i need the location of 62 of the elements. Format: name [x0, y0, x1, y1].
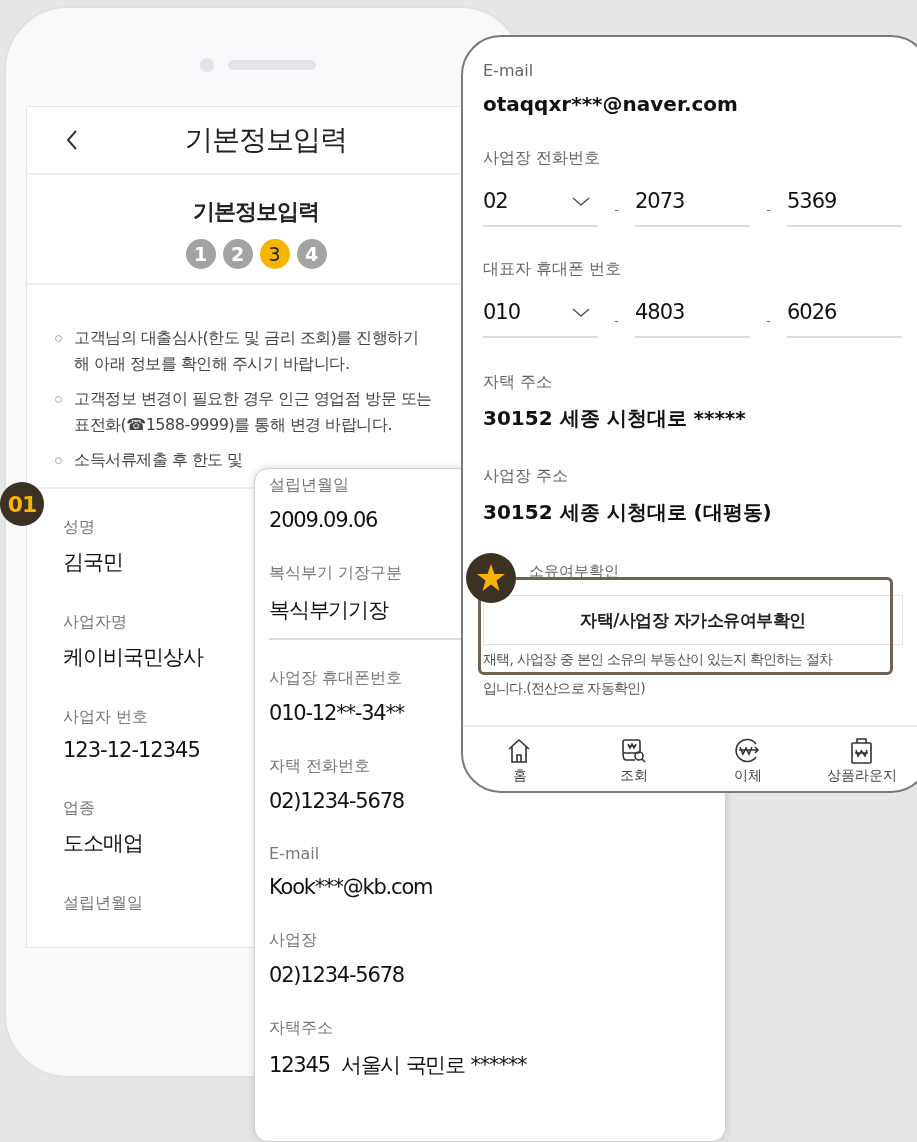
field-value: 2009.09.06	[269, 508, 378, 532]
field-label: 사업자 번호	[63, 707, 149, 728]
step-indicator: 4	[296, 239, 327, 269]
dash-separator: -	[613, 313, 620, 330]
field-label: 성명	[63, 517, 95, 538]
notice-text: 고객정보 변경이 필요한 경우 인근 영업점 방문 또는 표전화(☎1588-9999)를 통해 변경 바랍니다.	[74, 388, 432, 436]
field-value: 도소매업	[63, 830, 143, 857]
field-label: 업종	[63, 798, 95, 819]
field-value: 복식부기기장	[269, 597, 388, 624]
field-value: 12345 서울시 국민로 ******	[269, 1052, 527, 1079]
nav-item[interactable]: 홈	[463, 727, 577, 791]
nav-item[interactable]: 이체	[691, 727, 805, 791]
field-label: 사업장	[269, 930, 317, 951]
page-title: 기본정보입력	[193, 198, 319, 226]
field-label: 자택 주소	[483, 372, 553, 393]
dash-separator: -	[765, 313, 772, 330]
field-value: 010-12**-34**	[269, 701, 405, 725]
field-value: 123-12-12345	[63, 738, 200, 762]
field-value: 02)1234-5678	[269, 963, 404, 987]
input-field[interactable]: 6026	[787, 300, 902, 338]
field-value: 30152 세종 시청대로 (대평동)	[483, 499, 772, 526]
field-label: 사업자명	[63, 612, 127, 633]
chevron-down-icon	[572, 308, 590, 318]
back-icon[interactable]	[65, 129, 79, 151]
chevron-down-icon	[572, 197, 590, 207]
input-field[interactable]: 2073	[635, 189, 750, 227]
field-label: 사업장 주소	[483, 466, 569, 487]
field-label: 자택 전화번호	[269, 756, 371, 777]
nav-item[interactable]: 상품라운지	[805, 727, 917, 791]
field-label: 사업장 전화번호	[483, 148, 601, 169]
field-label: 설립년월일	[63, 893, 143, 914]
input-field[interactable]: 5369	[787, 189, 902, 227]
field-value: otaqqxr***@naver.com	[483, 92, 738, 116]
description-text: 재택, 사업장 중 본인 소유의 부동산이 있는지 확인하는 절차 입니다.(전산으로 자동확인)	[483, 650, 834, 698]
document-search-icon	[620, 737, 648, 765]
step-indicator: 1	[185, 239, 216, 269]
step-indicator: 2	[222, 239, 253, 269]
field-value: Kook***@kb.com	[269, 875, 433, 899]
field-value: 케이비국민상사	[63, 644, 203, 671]
field-value: 30152 세종 시청대로 *****	[483, 405, 746, 432]
dropdown-field[interactable]: 010	[483, 300, 598, 338]
field-value: 02)1234-5678	[269, 789, 404, 813]
transfer-icon	[734, 737, 762, 765]
notice-text: 고객님의 대출심사(한도 및 금리 조회)를 진행하기 해 아래 정보를 확인해 주시기 바랍니다.	[74, 327, 419, 375]
field-label: 자택주소	[269, 1018, 333, 1039]
star-icon	[476, 563, 506, 593]
ownership-check-button[interactable]: 자택/사업장 자가소유여부확인	[483, 595, 903, 645]
field-label: 복식부기 기장구분	[269, 563, 403, 584]
dash-separator: -	[613, 202, 620, 219]
field-label: 설립년월일	[269, 475, 349, 496]
dash-separator: -	[765, 202, 772, 219]
field-label: E-mail	[269, 844, 320, 863]
header-title: 기본정보입력	[185, 122, 347, 158]
nav-item[interactable]: 조회	[577, 727, 691, 791]
step-indicator: 3	[259, 239, 290, 269]
dropdown-field[interactable]: 02	[483, 189, 598, 227]
field-label: 사업장 휴대폰번호	[269, 668, 403, 689]
input-field[interactable]: 4803	[635, 300, 750, 338]
field-label: E-mail	[483, 61, 534, 80]
field-label: 대표자 휴대폰 번호	[483, 259, 622, 280]
notice-text: 소득서류제출 후 한도 및	[74, 449, 243, 471]
field-value: 김국민	[63, 549, 123, 576]
